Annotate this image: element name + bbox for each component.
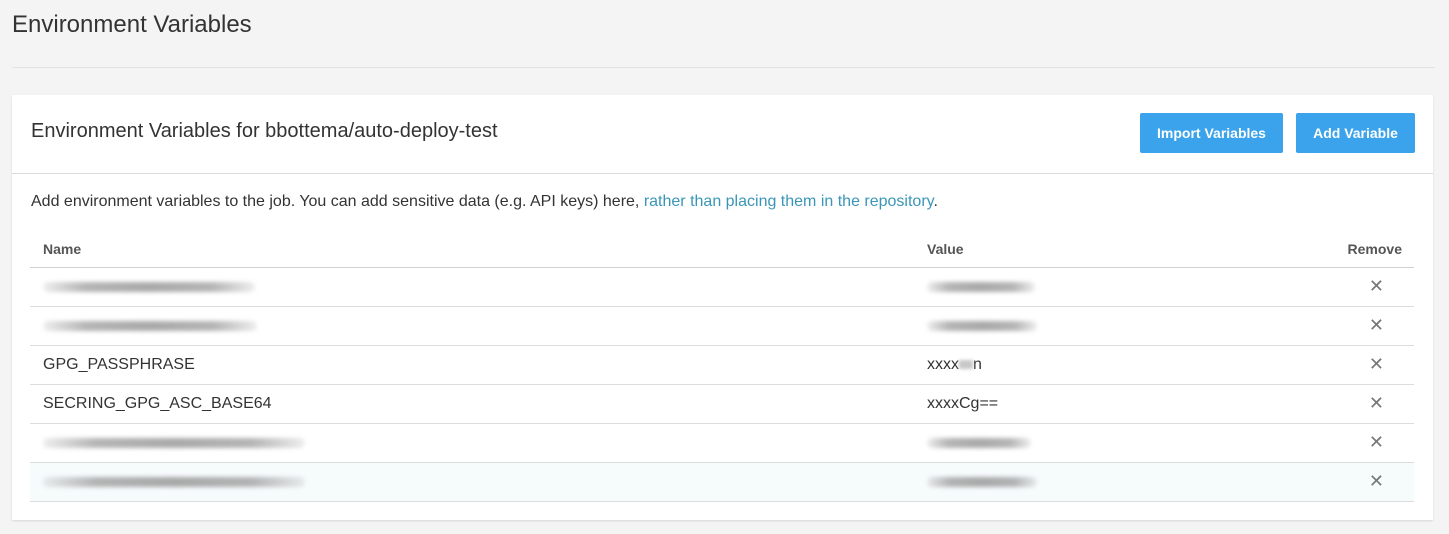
header-remove: Remove — [1347, 241, 1402, 257]
redacted-value — [927, 477, 1037, 487]
close-icon[interactable]: ✕ — [1369, 472, 1384, 490]
table-row: GPG_PASSPHRASE xxxx n ✕ — [30, 346, 1414, 385]
table-row: ✕ — [30, 463, 1414, 502]
description-text: Add environment variables to the job. Yo… — [31, 193, 644, 210]
row-name: SECRING_GPG_ASC_BASE64 — [43, 395, 272, 412]
redacted-name — [43, 477, 305, 487]
redacted-name — [43, 321, 257, 331]
row-name — [43, 434, 305, 453]
row-value — [927, 278, 1035, 297]
table-row: ✕ — [30, 268, 1414, 307]
env-vars-card: Environment Variables for bbottema/auto-… — [12, 95, 1433, 520]
close-icon[interactable]: ✕ — [1369, 433, 1384, 451]
table-row: ✕ — [30, 424, 1414, 463]
card-header: Environment Variables for bbottema/auto-… — [12, 95, 1433, 174]
redacted-chars — [959, 360, 973, 370]
close-icon[interactable]: ✕ — [1369, 394, 1384, 412]
close-icon[interactable]: ✕ — [1369, 355, 1384, 373]
redacted-value — [927, 321, 1037, 331]
page-title: Environment Variables — [12, 11, 252, 38]
value-suffix: n — [973, 356, 982, 373]
header-value: Value — [927, 241, 964, 257]
row-name — [43, 473, 305, 492]
close-icon[interactable]: ✕ — [1369, 316, 1384, 334]
redacted-value — [927, 438, 1031, 448]
header-name: Name — [43, 241, 82, 257]
row-value: xxxx n — [927, 356, 982, 374]
redacted-value — [927, 282, 1035, 292]
row-name: GPG_PASSPHRASE — [43, 356, 195, 373]
row-value — [927, 434, 1031, 453]
redacted-name — [43, 282, 255, 292]
row-value: xxxxCg== — [927, 395, 999, 412]
row-value — [927, 317, 1037, 336]
table-row: SECRING_GPG_ASC_BASE64 xxxxCg== ✕ — [30, 385, 1414, 424]
row-name — [43, 317, 257, 336]
value-prefix: xxxx — [927, 356, 959, 373]
card-title: Environment Variables for bbottema/auto-… — [31, 120, 498, 142]
import-variables-button[interactable]: Import Variables — [1140, 113, 1283, 153]
redacted-name — [43, 438, 305, 448]
repository-link[interactable]: rather than placing them in the reposito… — [644, 193, 934, 210]
table-row: ✕ — [30, 307, 1414, 346]
row-name — [43, 278, 255, 297]
add-variable-button[interactable]: Add Variable — [1296, 113, 1415, 153]
close-icon[interactable]: ✕ — [1369, 277, 1384, 295]
table-header: Name Value Remove — [30, 233, 1414, 268]
description-end: . — [933, 193, 938, 210]
description: Add environment variables to the job. Yo… — [31, 193, 938, 211]
env-vars-table: Name Value Remove ✕ ✕ GPG_PASSPHRASE xxx… — [30, 233, 1414, 502]
row-value — [927, 473, 1037, 492]
title-divider — [12, 67, 1435, 68]
